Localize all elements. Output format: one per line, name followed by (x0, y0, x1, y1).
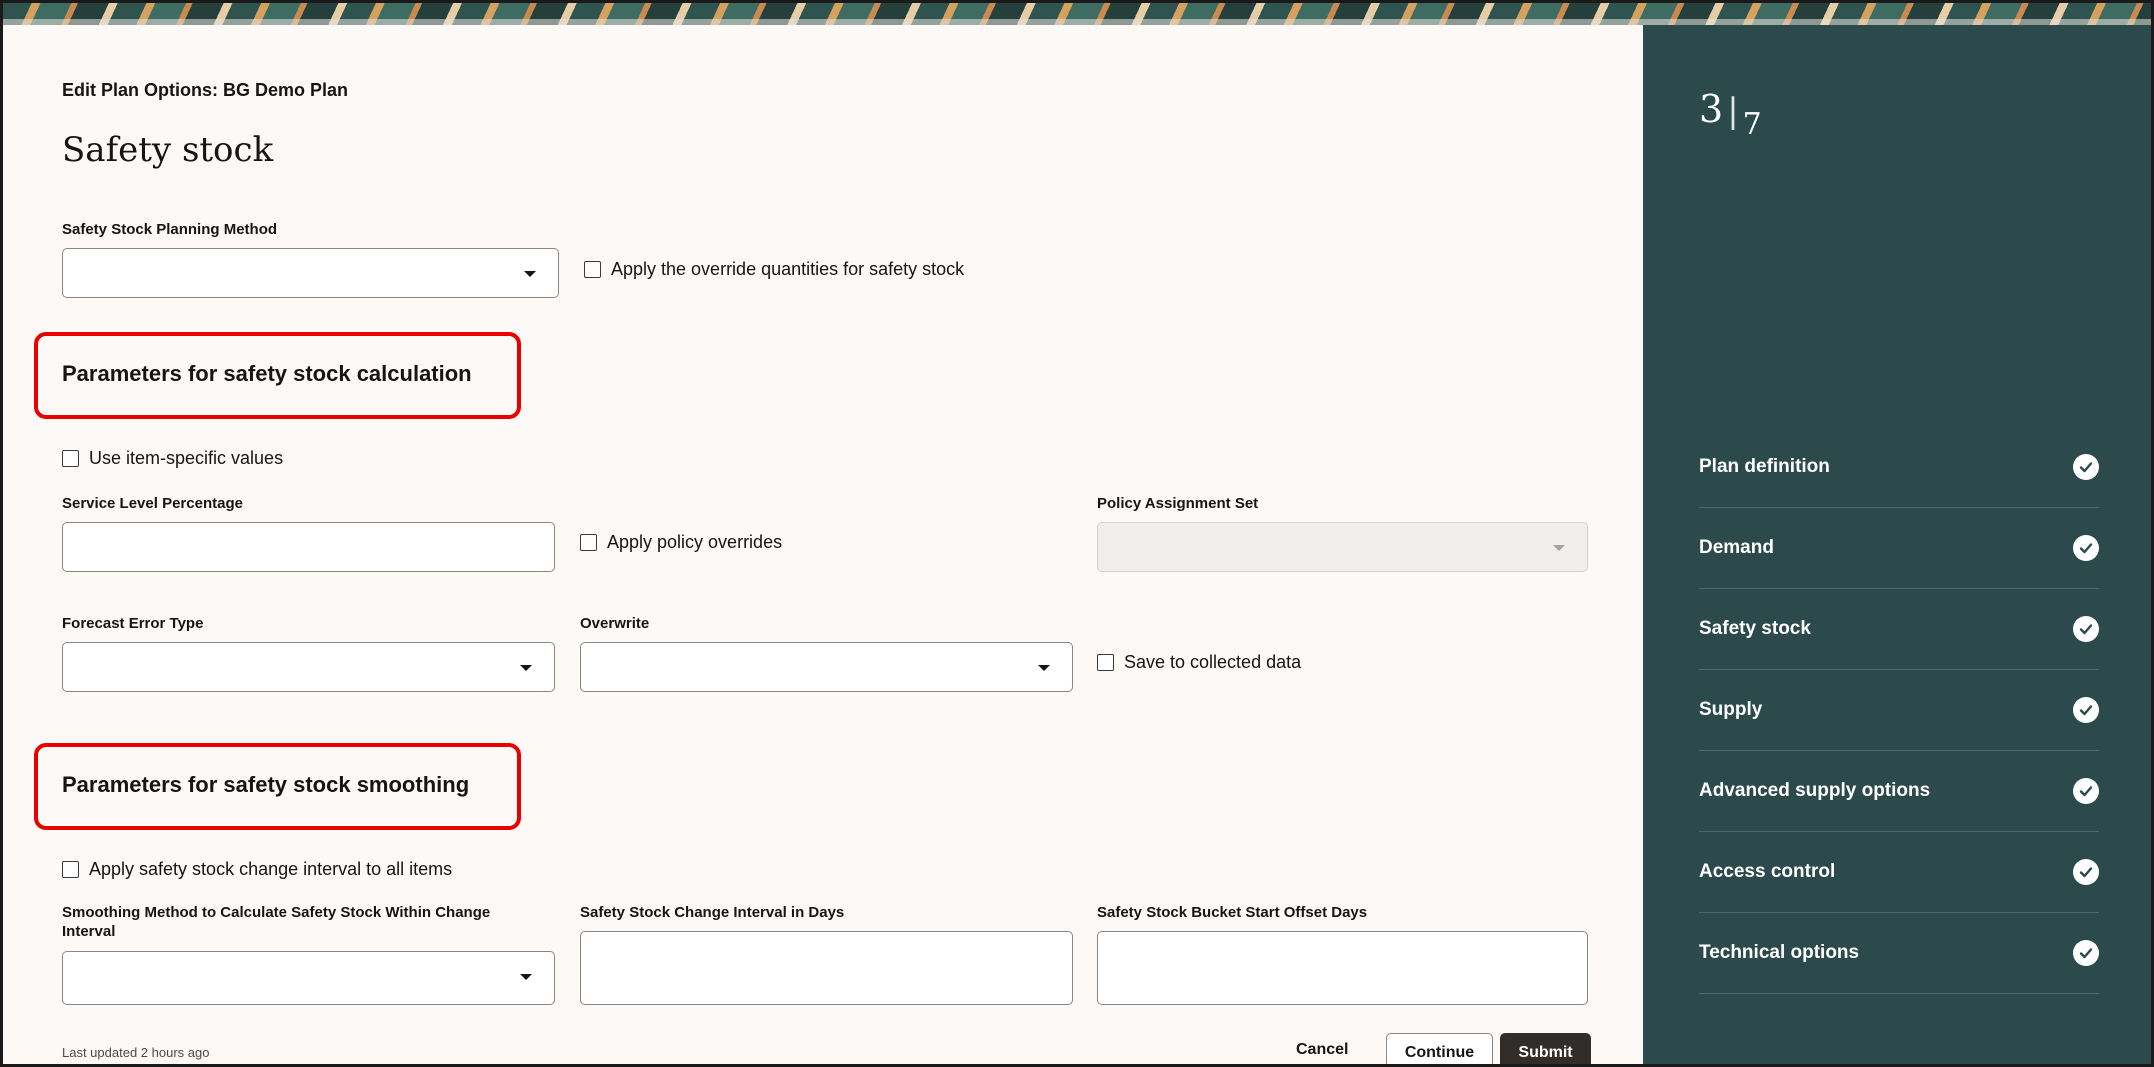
step-technical-options[interactable]: Technical options (1699, 913, 2099, 994)
bucket-offset-label: Safety Stock Bucket Start Offset Days (1097, 904, 1368, 921)
step-label: Advanced supply options (1699, 780, 1931, 801)
total-steps-number: 7 (1742, 107, 1762, 142)
page-title: Safety stock (62, 130, 274, 170)
step-label: Technical options (1699, 942, 1860, 963)
check-circle-icon (2073, 535, 2099, 561)
chevron-down-icon (1038, 665, 1050, 671)
smoothing-method-label: Smoothing Method to Calculate Safety Sto… (62, 904, 491, 940)
apply-policy-overrides-label: Apply policy overrides (607, 532, 783, 552)
last-updated-text: Last updated 2 hours ago (62, 1045, 210, 1060)
planning-method-label: Safety Stock Planning Method (62, 221, 278, 238)
service-level-input[interactable] (62, 522, 555, 572)
use-item-specific-label: Use item-specific values (89, 448, 284, 468)
save-collected-option[interactable]: Save to collected data (1097, 652, 1301, 673)
use-item-specific-option[interactable]: Use item-specific values (62, 448, 283, 469)
overwrite-select[interactable] (580, 642, 1073, 692)
change-interval-input[interactable] (580, 931, 1073, 1005)
chevron-down-icon (520, 974, 532, 980)
step-supply[interactable]: Supply (1699, 670, 2099, 751)
service-level-label: Service Level Percentage (62, 495, 243, 512)
apply-policy-overrides-option[interactable]: Apply policy overrides (580, 532, 782, 553)
policy-assignment-set-label: Policy Assignment Set (1097, 495, 1259, 512)
step-plan-definition[interactable]: Plan definition (1699, 427, 2099, 508)
cancel-button[interactable]: Cancel (1288, 1035, 1356, 1064)
apply-policy-overrides-checkbox[interactable] (580, 534, 597, 551)
apply-change-interval-label: Apply safety stock change interval to al… (89, 859, 453, 879)
step-label: Plan definition (1699, 456, 1830, 477)
footer-bar: Last updated 2 hours ago Cancel Continue… (6, 1005, 1643, 1064)
step-label: Safety stock (1699, 618, 1811, 639)
current-step-number: 3 (1699, 87, 1724, 131)
check-circle-icon (2073, 616, 2099, 642)
step-access-control[interactable]: Access control (1699, 832, 2099, 913)
apply-change-interval-checkbox[interactable] (62, 861, 79, 878)
chevron-down-icon (524, 271, 536, 277)
save-collected-checkbox[interactable] (1097, 654, 1114, 671)
bucket-offset-input[interactable] (1097, 931, 1588, 1005)
smoothing-method-select[interactable] (62, 951, 555, 1005)
planning-method-select[interactable] (62, 248, 559, 298)
step-label: Demand (1699, 537, 1774, 558)
check-circle-icon (2073, 778, 2099, 804)
progress-rail: 3 | 7 Plan definition Demand Safety stock … (1629, 25, 2151, 1064)
check-circle-icon (2073, 940, 2099, 966)
step-counter: 3 | 7 (1699, 87, 1762, 142)
check-circle-icon (2073, 454, 2099, 480)
calc-section-title: Parameters for safety stock calculation (62, 361, 472, 386)
apply-override-checkbox[interactable] (584, 261, 601, 278)
check-circle-icon (2073, 859, 2099, 885)
step-safety-stock[interactable]: Safety stock (1699, 589, 2099, 670)
forecast-error-type-select[interactable] (62, 642, 555, 692)
app-frame: Edit Plan Options: BG Demo Plan Safety s… (0, 0, 2154, 1067)
use-item-specific-checkbox[interactable] (62, 450, 79, 467)
chevron-down-icon (1553, 545, 1565, 551)
step-demand[interactable]: Demand (1699, 508, 2099, 589)
decorative-banner (3, 3, 2151, 25)
forecast-error-type-label: Forecast Error Type (62, 615, 204, 632)
continue-button[interactable]: Continue (1386, 1033, 1493, 1064)
save-collected-label: Save to collected data (1124, 652, 1302, 672)
overwrite-label: Overwrite (580, 615, 650, 632)
step-label: Access control (1699, 861, 1836, 882)
apply-override-option[interactable]: Apply the override quantities for safety… (584, 259, 964, 280)
check-circle-icon (2073, 697, 2099, 723)
main-panel: Edit Plan Options: BG Demo Plan Safety s… (6, 25, 1643, 1064)
submit-button[interactable]: Submit (1500, 1033, 1591, 1064)
step-advanced-supply-options[interactable]: Advanced supply options (1699, 751, 2099, 832)
apply-override-label: Apply the override quantities for safety… (611, 259, 965, 279)
smoothing-section-title: Parameters for safety stock smoothing (62, 772, 470, 797)
change-interval-label: Safety Stock Change Interval in Days (580, 904, 845, 921)
chevron-down-icon (520, 665, 532, 671)
step-label: Supply (1699, 699, 1763, 720)
step-counter-separator: | (1727, 91, 1739, 131)
active-step-pointer (1629, 625, 1643, 653)
breadcrumb: Edit Plan Options: BG Demo Plan (62, 80, 349, 100)
step-list: Plan definition Demand Safety stock Supp… (1699, 427, 2099, 994)
policy-assignment-set-select (1097, 522, 1588, 572)
apply-change-interval-option[interactable]: Apply safety stock change interval to al… (62, 859, 452, 880)
